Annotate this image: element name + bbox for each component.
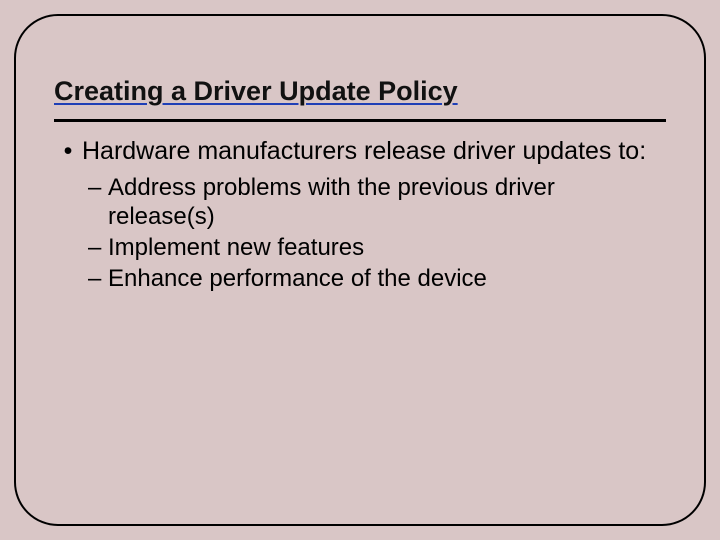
bullet-level2: – Address problems with the previous dri… — [88, 173, 666, 232]
bullet-dot-icon: • — [54, 136, 82, 167]
bullet-level2: – Implement new features — [88, 233, 666, 262]
sub-bullet-text: Address problems with the previous drive… — [108, 173, 666, 232]
dash-icon: – — [88, 264, 108, 293]
bullet-text: Hardware manufacturers release driver up… — [82, 136, 666, 167]
sub-bullet-text: Enhance performance of the device — [108, 264, 666, 293]
bullet-level2: – Enhance performance of the device — [88, 264, 666, 293]
slide-frame: Creating a Driver Update Policy • Hardwa… — [14, 14, 706, 526]
dash-icon: – — [88, 233, 108, 262]
bullet-level1: • Hardware manufacturers release driver … — [54, 136, 666, 167]
dash-icon: – — [88, 173, 108, 232]
slide-title: Creating a Driver Update Policy — [54, 76, 666, 122]
sub-bullet-group: – Address problems with the previous dri… — [54, 173, 666, 294]
sub-bullet-text: Implement new features — [108, 233, 666, 262]
slide-body: • Hardware manufacturers release driver … — [54, 136, 666, 294]
